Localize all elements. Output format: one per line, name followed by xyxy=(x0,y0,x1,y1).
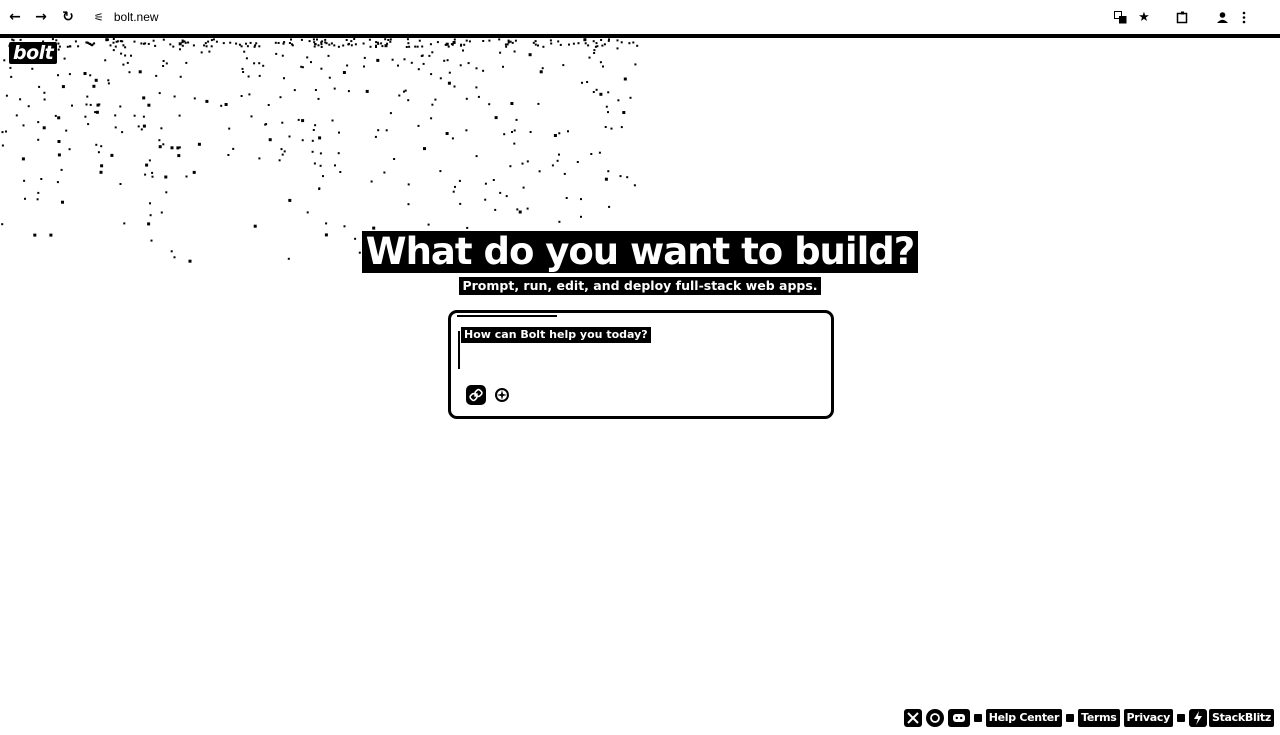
page-subtitle-text: Prompt, run, edit, and deploy full-stack… xyxy=(459,277,821,295)
stackblitz-label: StackBlitz xyxy=(1208,709,1274,727)
puzzle-icon[interactable] xyxy=(1172,7,1192,27)
footer-separator xyxy=(1066,714,1075,722)
kebab-menu-icon[interactable] xyxy=(1234,7,1254,27)
tune-icon[interactable]: ⚟ xyxy=(94,11,104,24)
reload-icon: ↻ xyxy=(62,9,74,25)
url-text: bolt.new xyxy=(113,10,159,24)
prompt-placeholder: How can Bolt help you today? xyxy=(461,327,651,343)
back-button[interactable]: ← xyxy=(5,7,25,27)
bolt-logo[interactable]: bolt xyxy=(9,42,58,64)
prompt-input[interactable]: How can Bolt help you today? xyxy=(461,327,821,345)
attach-link-button[interactable] xyxy=(466,385,486,405)
discord-icon[interactable] xyxy=(947,709,970,727)
star-icon[interactable]: ★ xyxy=(1134,7,1154,27)
attach-link-icon xyxy=(469,388,483,402)
text-caret xyxy=(458,331,460,369)
privacy-link[interactable]: Privacy xyxy=(1123,709,1173,727)
x-icon[interactable] xyxy=(903,709,922,727)
prompt-box[interactable]: How can Bolt help you today? xyxy=(448,310,834,419)
enhance-prompt-icon xyxy=(495,388,509,402)
footer-separator xyxy=(973,714,982,722)
page-title: What do you want to build? xyxy=(0,230,1280,273)
page-title-text: What do you want to build? xyxy=(361,231,919,273)
enhance-prompt-button[interactable] xyxy=(492,385,512,405)
reload-button[interactable]: ↻ xyxy=(58,7,78,27)
translate-icon[interactable] xyxy=(1110,7,1130,27)
terms-link[interactable]: Terms xyxy=(1078,709,1120,727)
github-icon[interactable] xyxy=(925,709,944,727)
help-center-link[interactable]: Help Center xyxy=(985,709,1063,727)
lightning-icon xyxy=(1188,709,1207,727)
page-subtitle: Prompt, run, edit, and deploy full-stack… xyxy=(0,277,1280,295)
arrow-right-icon: → xyxy=(35,9,47,25)
browser-toolbar: ← → ↻ ⚟ bolt.new ★ xyxy=(0,0,1280,34)
footer: Help Center Terms Privacy StackBlitz xyxy=(903,708,1274,728)
address-bar[interactable]: ⚟ bolt.new xyxy=(94,8,159,26)
person-icon[interactable] xyxy=(1212,7,1232,27)
stackblitz-link[interactable]: StackBlitz xyxy=(1188,709,1274,727)
arrow-left-icon: ← xyxy=(9,9,21,25)
footer-separator xyxy=(1176,714,1185,722)
forward-button[interactable]: → xyxy=(31,7,51,27)
